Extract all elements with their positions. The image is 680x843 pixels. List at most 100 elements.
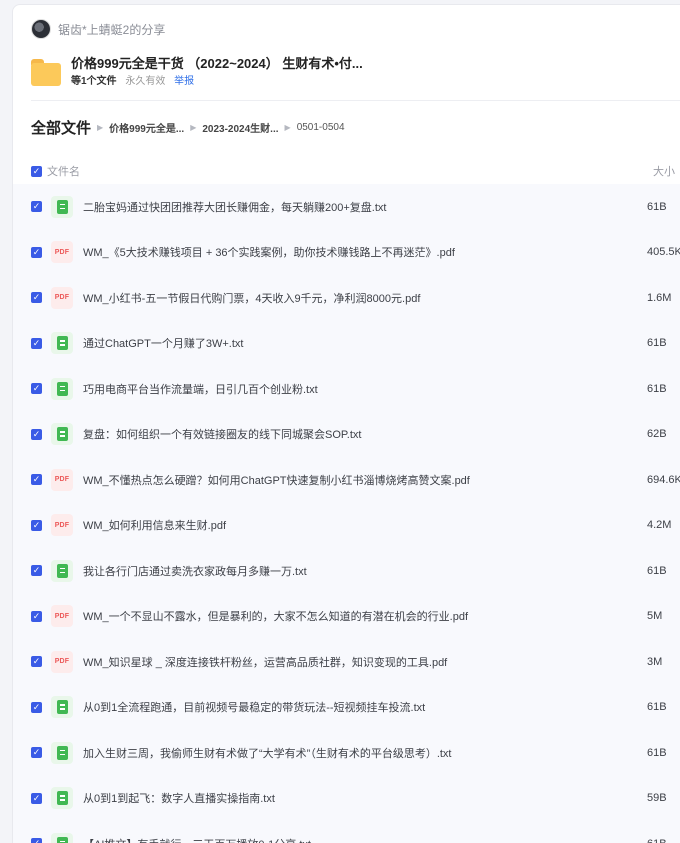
check-icon: ✓ — [32, 292, 41, 303]
file-checkbox[interactable]: ✓ — [31, 246, 42, 258]
file-name[interactable]: WM_如何利用信息来生财.pdf — [83, 517, 226, 533]
file-name[interactable]: 二胎宝妈通过快团团推荐大团长赚佣金，每天躺赚200+复盘.txt — [83, 199, 386, 215]
folder-icon — [31, 59, 61, 87]
file-row[interactable]: ✓ 【AI推文】有手就行，三天百万播放0-1分享.txt 61B — [13, 821, 680, 843]
pdf-file-icon: PDF — [51, 241, 73, 264]
share-info: 价格999元全是干货 （2022~2024） 生财有术•付... 等1个文件 永… — [71, 55, 363, 89]
file-name[interactable]: 加入生财三周，我偷师生财有术做了“大学有术”（生财有术的平台级思考）.txt — [83, 745, 452, 761]
chevron-right-icon: ▶ — [284, 123, 291, 132]
file-size: 694.6KB — [647, 473, 680, 486]
file-checkbox[interactable]: ✓ — [31, 337, 42, 349]
breadcrumb-item[interactable]: 2023-2024生财... — [202, 120, 278, 135]
share-meta: 等1个文件 永久有效 举报 — [71, 75, 363, 89]
list-header: ✓ 文件名 大小 — [31, 158, 680, 184]
file-name[interactable]: 通过ChatGPT一个月赚了3W+.txt — [83, 335, 243, 351]
check-icon: ✓ — [32, 428, 41, 439]
file-row[interactable]: ✓ 我让各行门店通过卖洗衣家政每月多赚一万.txt 61B — [13, 548, 680, 594]
pdf-file-icon: PDF — [51, 514, 73, 537]
file-name[interactable]: 从0到1全流程跑通，目前视频号最稳定的带货玩法--短视频挂车投流.txt — [83, 699, 425, 715]
file-row[interactable]: ✓ PDF WM_一个不显山不露水，但是暴利的，大家不怎么知道的有潜在机会的行业.p… — [13, 594, 680, 640]
file-checkbox[interactable]: ✓ — [31, 201, 42, 213]
txt-file-icon — [51, 787, 73, 810]
check-icon: ✓ — [32, 337, 41, 348]
file-checkbox[interactable]: ✓ — [31, 428, 42, 440]
sharer-name: 锯齿*上蜻蜓2的分享 — [58, 22, 166, 37]
file-size: 61B — [647, 382, 667, 395]
check-icon: ✓ — [32, 610, 41, 621]
file-checkbox[interactable]: ✓ — [31, 656, 42, 668]
breadcrumb-root[interactable]: 全部文件 — [31, 117, 91, 138]
file-row[interactable]: ✓ 从0到1到起飞：数字人直播实操指南.txt 59B — [13, 776, 680, 822]
file-size: 61B — [647, 701, 667, 714]
file-row[interactable]: ✓ 加入生财三周，我偷师生财有术做了“大学有术”（生财有术的平台级思考）.txt 6… — [13, 730, 680, 776]
file-name[interactable]: 复盘：如何组织一个有效链接圈友的线下同城聚会SOP.txt — [83, 426, 361, 442]
file-checkbox[interactable]: ✓ — [31, 838, 42, 843]
check-icon: ✓ — [32, 519, 41, 530]
file-row[interactable]: ✓ PDF WM_不懂热点怎么硬蹭？如何用ChatGPT快速复制小红书淄博烧烤高赞文… — [13, 457, 680, 503]
column-header-name[interactable]: 文件名 — [47, 163, 80, 179]
file-name[interactable]: 从0到1到起飞：数字人直播实操指南.txt — [83, 790, 275, 806]
check-icon: ✓ — [32, 792, 41, 803]
file-size: 1.6M — [647, 291, 672, 304]
file-name[interactable]: 我让各行门店通过卖洗衣家政每月多赚一万.txt — [83, 563, 307, 579]
file-checkbox[interactable]: ✓ — [31, 565, 42, 577]
file-size: 3M — [647, 655, 663, 668]
file-name[interactable]: 巧用电商平台当作流量端，日引几百个创业粉.txt — [83, 381, 318, 397]
avatar — [31, 19, 51, 39]
file-checkbox[interactable]: ✓ — [31, 474, 42, 486]
txt-file-icon — [51, 332, 73, 355]
txt-file-icon — [51, 195, 73, 218]
file-row[interactable]: ✓ 巧用电商平台当作流量端，日引几百个创业粉.txt 61B — [13, 366, 680, 412]
file-checkbox[interactable]: ✓ — [31, 610, 42, 622]
txt-file-icon — [51, 559, 73, 582]
file-list: ✓ 二胎宝妈通过快团团推荐大团长赚佣金，每天躺赚200+复盘.txt 61B ✓ PDF… — [13, 184, 680, 843]
pdf-file-icon: PDF — [51, 468, 73, 491]
txt-file-icon — [51, 423, 73, 446]
check-icon: ✓ — [32, 246, 41, 257]
file-row[interactable]: ✓ PDF WM_《5大技术赚钱项目 + 36个实践案例，助你技术赚钱路上不再迷茫》… — [13, 230, 680, 276]
column-header-size[interactable]: 大小 — [653, 163, 675, 179]
file-row[interactable]: ✓ PDF WM_小红书-五一节假日代购门票，4天收入9千元，净利润8000元.pd… — [13, 275, 680, 321]
file-row[interactable]: ✓ 复盘：如何组织一个有效链接圈友的线下同城聚会SOP.txt 62B — [13, 412, 680, 458]
file-size: 61B — [647, 337, 667, 350]
check-icon: ✓ — [32, 165, 41, 176]
file-row[interactable]: ✓ 二胎宝妈通过快团团推荐大团长赚佣金，每天躺赚200+复盘.txt 61B — [13, 184, 680, 230]
select-all-checkbox[interactable]: ✓ — [31, 165, 42, 177]
file-name[interactable]: WM_不懂热点怎么硬蹭？如何用ChatGPT快速复制小红书淄博烧烤高赞文案.pd… — [83, 472, 470, 488]
file-row[interactable]: ✓ 通过ChatGPT一个月赚了3W+.txt 61B — [13, 321, 680, 367]
file-checkbox[interactable]: ✓ — [31, 701, 42, 713]
file-checkbox[interactable]: ✓ — [31, 519, 42, 531]
breadcrumb: 全部文件 ▶ 价格999元全是... ▶ 2023-2024生财... ▶ 05… — [31, 117, 345, 138]
check-icon: ✓ — [32, 383, 41, 394]
pdf-file-icon: PDF — [51, 605, 73, 628]
txt-file-icon — [51, 696, 73, 719]
file-row[interactable]: ✓ 从0到1全流程跑通，目前视频号最稳定的带货玩法--短视频挂车投流.txt 61B — [13, 685, 680, 731]
file-checkbox[interactable]: ✓ — [31, 292, 42, 304]
check-icon: ✓ — [32, 747, 41, 758]
share-card: 锯齿*上蜻蜓2的分享 价格999元全是干货 （2022~2024） 生财有术•付… — [12, 4, 680, 843]
check-icon: ✓ — [32, 201, 41, 212]
file-name[interactable]: WM_知识星球 _ 深度连接铁杆粉丝，运营高品质社群，知识变现的工具.pdf — [83, 654, 447, 670]
file-count: 等1个文件 — [71, 76, 117, 87]
file-name[interactable]: WM_《5大技术赚钱项目 + 36个实践案例，助你技术赚钱路上不再迷茫》.pdf — [83, 244, 455, 260]
chevron-right-icon: ▶ — [190, 123, 197, 132]
file-checkbox[interactable]: ✓ — [31, 747, 42, 759]
check-icon: ✓ — [32, 701, 41, 712]
file-name[interactable]: WM_小红书-五一节假日代购门票，4天收入9千元，净利润8000元.pdf — [83, 290, 420, 306]
txt-file-icon — [51, 741, 73, 764]
sharer-info: 锯齿*上蜻蜓2的分享 — [31, 19, 165, 39]
file-checkbox[interactable]: ✓ — [31, 792, 42, 804]
file-checkbox[interactable]: ✓ — [31, 383, 42, 395]
breadcrumb-item[interactable]: 价格999元全是... — [109, 120, 184, 135]
file-size: 4.2M — [647, 519, 672, 532]
file-size: 5M — [647, 610, 663, 623]
check-icon: ✓ — [32, 474, 41, 485]
file-name[interactable]: WM_一个不显山不露水，但是暴利的，大家不怎么知道的有潜在机会的行业.pdf — [83, 608, 468, 624]
report-link[interactable]: 举报 — [174, 76, 194, 87]
file-row[interactable]: ✓ PDF WM_知识星球 _ 深度连接铁杆粉丝，运营高品质社群，知识变现的工具.p… — [13, 639, 680, 685]
file-size: 61B — [647, 838, 667, 843]
pdf-file-icon: PDF — [51, 286, 73, 309]
file-row[interactable]: ✓ PDF WM_如何利用信息来生财.pdf 4.2M — [13, 503, 680, 549]
file-name[interactable]: 【AI推文】有手就行，三天百万播放0-1分享.txt — [83, 836, 311, 843]
file-size: 61B — [647, 200, 667, 213]
